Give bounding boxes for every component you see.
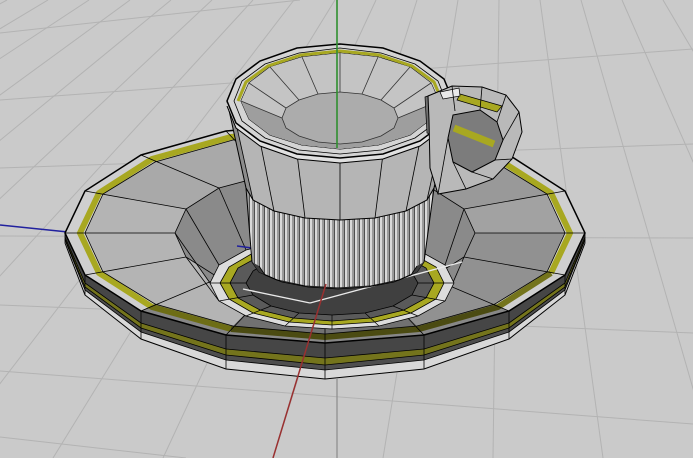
cup-base — [252, 262, 424, 289]
cup-flute-borders — [246, 188, 434, 288]
viewport-3d[interactable] — [0, 0, 693, 458]
cup-handle — [428, 86, 522, 194]
scene-overlay-layer — [0, 0, 693, 458]
z-axis-line — [273, 284, 326, 458]
